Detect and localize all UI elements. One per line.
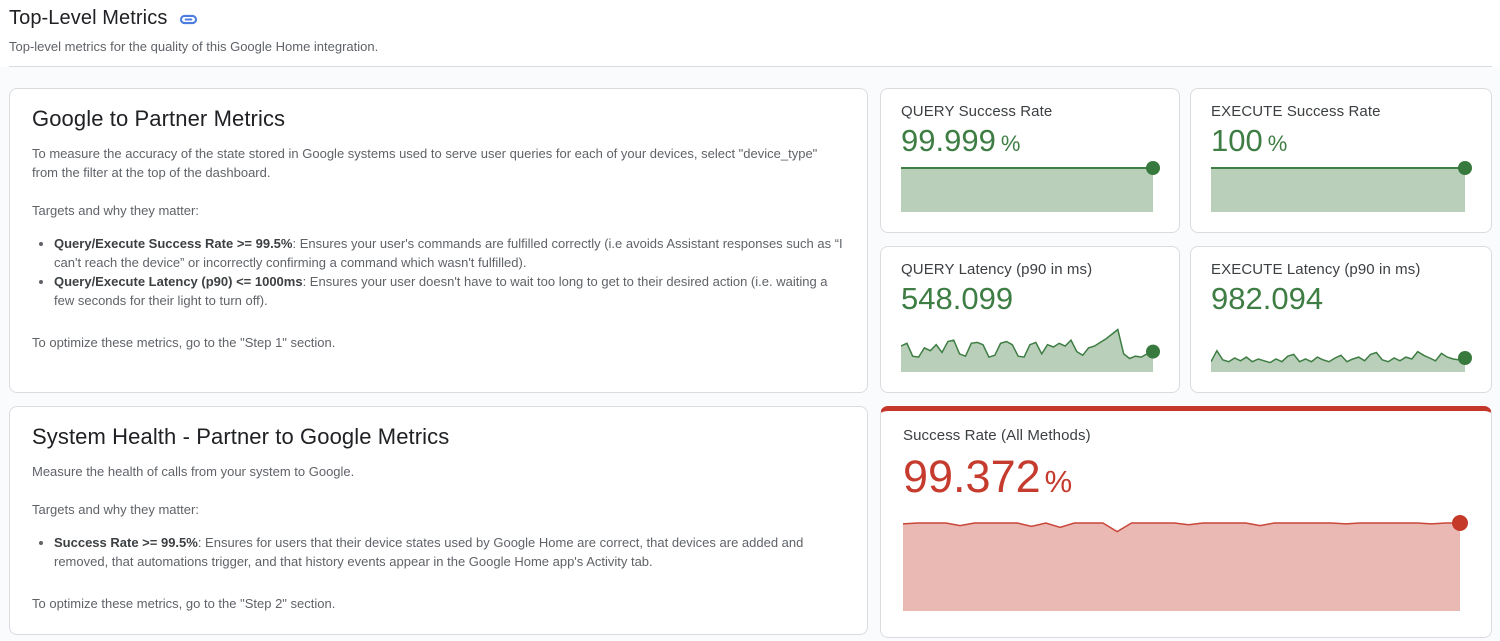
metric-value: 548.099 <box>901 283 1161 316</box>
link-icon[interactable] <box>179 10 198 29</box>
list-item: Success Rate >= 99.5%: Ensures for users… <box>54 533 843 571</box>
target-name: Success Rate >= 99.5% <box>54 535 198 550</box>
metric-cards-grid: QUERY Success Rate 99.999% EXECUTE Succe… <box>880 88 1492 393</box>
card-footer: To optimize these metrics, go to the "St… <box>32 333 843 352</box>
metric-label: QUERY Latency (p90 in ms) <box>901 261 1161 278</box>
sparkline-chart <box>1211 316 1473 372</box>
system-health-card: System Health - Partner to Google Metric… <box>9 406 868 635</box>
metric-value: 982.094 <box>1211 283 1473 316</box>
metric-value: 99.372% <box>903 453 1469 500</box>
card-intro: Measure the health of calls from your sy… <box>32 462 843 481</box>
metric-label: EXECUTE Latency (p90 in ms) <box>1211 261 1473 278</box>
metrics-content: Google to Partner Metrics To measure the… <box>0 67 1500 641</box>
targets-list: Success Rate >= 99.5%: Ensures for users… <box>54 533 843 571</box>
sparkline-chart <box>901 160 1161 212</box>
page-title: Top-Level Metrics <box>9 7 167 30</box>
metric-value: 100% <box>1211 125 1473 158</box>
sparkline-chart <box>903 514 1469 611</box>
metrics-page: Top-Level Metrics Top-level metrics for … <box>0 0 1500 641</box>
metric-value: 99.999% <box>901 125 1161 158</box>
page-header: Top-Level Metrics Top-level metrics for … <box>0 0 1500 54</box>
target-name: Query/Execute Latency (p90) <= 1000ms <box>54 274 303 289</box>
sparkline-chart <box>1211 160 1473 212</box>
metric-label: Success Rate (All Methods) <box>903 427 1469 444</box>
metric-label: EXECUTE Success Rate <box>1211 103 1473 120</box>
list-item: Query/Execute Success Rate >= 99.5%: Ens… <box>54 234 843 272</box>
execute-latency-card: EXECUTE Latency (p90 in ms) 982.094 <box>1190 246 1492 393</box>
targets-list: Query/Execute Success Rate >= 99.5%: Ens… <box>54 234 843 310</box>
sparkline-chart <box>901 316 1161 372</box>
query-success-rate-card: QUERY Success Rate 99.999% <box>880 88 1180 233</box>
targets-label: Targets and why they matter: <box>32 201 843 220</box>
card-title: System Health - Partner to Google Metric… <box>32 424 843 450</box>
execute-success-rate-card: EXECUTE Success Rate 100% <box>1190 88 1492 233</box>
metrics-grid: Google to Partner Metrics To measure the… <box>9 88 1492 638</box>
metric-label: QUERY Success Rate <box>901 103 1161 120</box>
success-rate-all-methods-card: Success Rate (All Methods) 99.372% <box>880 406 1492 638</box>
google-to-partner-card: Google to Partner Metrics To measure the… <box>9 88 868 393</box>
card-title: Google to Partner Metrics <box>32 106 843 132</box>
page-subtitle: Top-level metrics for the quality of thi… <box>9 39 1492 54</box>
card-intro: To measure the accuracy of the state sto… <box>32 144 843 182</box>
query-latency-card: QUERY Latency (p90 in ms) 548.099 <box>880 246 1180 393</box>
target-name: Query/Execute Success Rate >= 99.5% <box>54 236 292 251</box>
targets-label: Targets and why they matter: <box>32 500 843 519</box>
card-footer: To optimize these metrics, go to the "St… <box>32 594 843 613</box>
list-item: Query/Execute Latency (p90) <= 1000ms: E… <box>54 272 843 310</box>
